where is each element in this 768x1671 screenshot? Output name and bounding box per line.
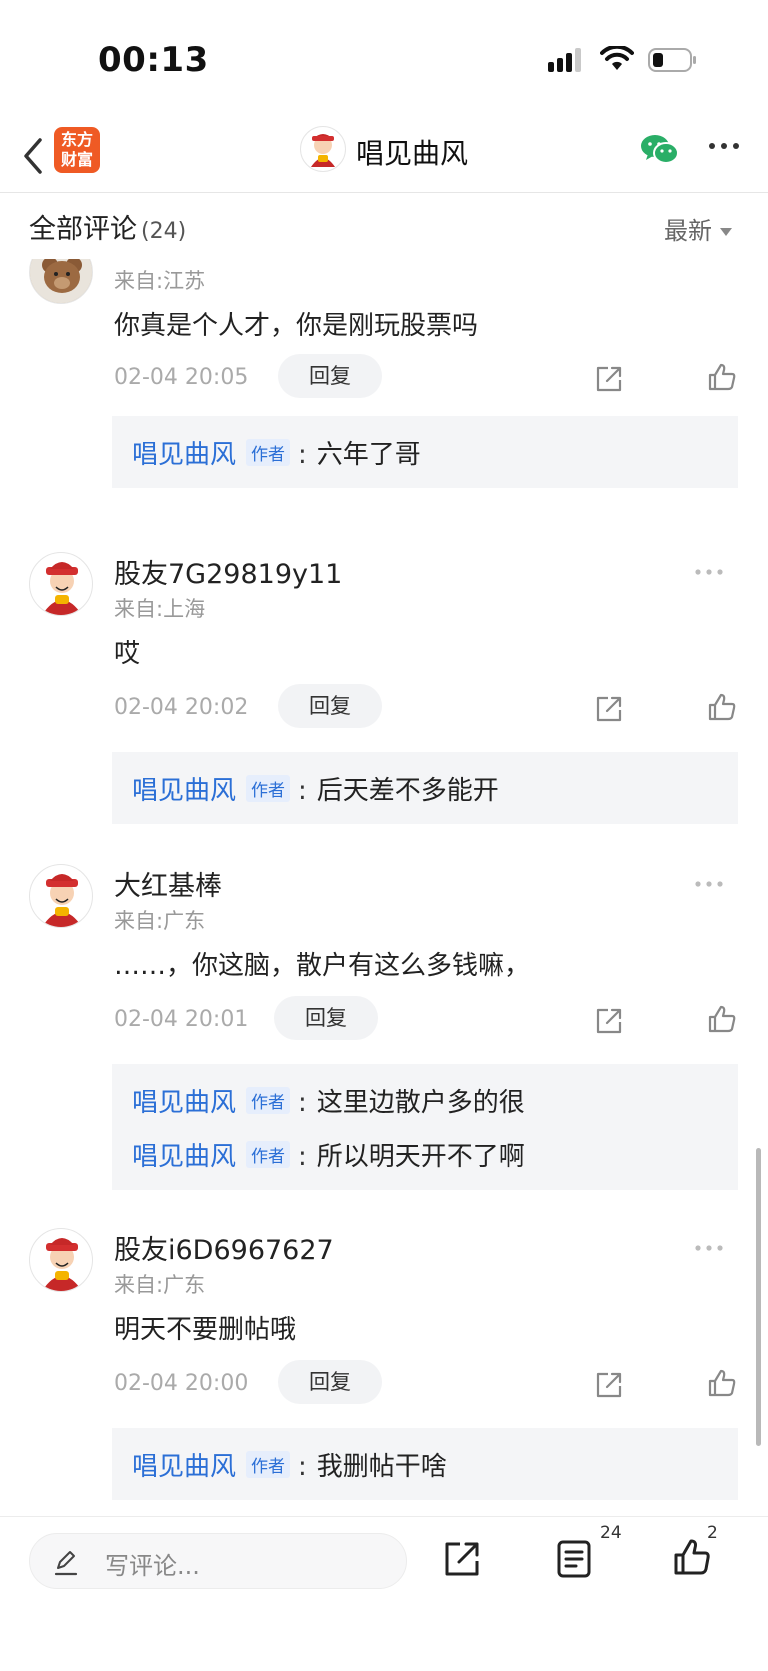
share-icon[interactable] bbox=[594, 1006, 624, 1036]
sort-label: 最新 bbox=[664, 217, 712, 245]
reply-colon: : bbox=[298, 1452, 307, 1482]
author-tag: 作者 bbox=[246, 1451, 291, 1478]
reply-line[interactable]: 唱见曲风 作者: 后天差不多能开 bbox=[132, 770, 499, 807]
author-tag: 作者 bbox=[246, 1087, 291, 1114]
comment-location: 来自:广东 bbox=[114, 1273, 206, 1297]
share-icon[interactable] bbox=[442, 1539, 482, 1579]
more-horizontal-icon[interactable] bbox=[708, 142, 740, 150]
logo-line1: 东方 bbox=[60, 130, 93, 149]
reply-colon: : bbox=[298, 776, 307, 806]
comment-item: 大红基棒 来自:广东 ……，你这脑，散户有这么多钱嘛， 02-04 20:01 … bbox=[0, 852, 768, 1202]
more-horizontal-icon[interactable] bbox=[694, 880, 724, 888]
comment-text: 明天不要删帖哦 bbox=[114, 1315, 297, 1345]
reply-author-name[interactable]: 唱见曲风 bbox=[132, 440, 236, 470]
fortune-god-icon bbox=[42, 562, 82, 615]
wechat-icon[interactable] bbox=[640, 132, 680, 168]
share-icon[interactable] bbox=[594, 694, 624, 724]
comment-input[interactable]: 写评论... bbox=[29, 1533, 407, 1589]
logo-line2: 财富 bbox=[60, 150, 93, 169]
status-time: 00:13 bbox=[98, 40, 209, 80]
more-horizontal-icon[interactable] bbox=[694, 568, 724, 576]
reply-box: 唱见曲风 作者: 后天差不多能开 bbox=[112, 752, 738, 824]
reply-text: 后天差不多能开 bbox=[316, 776, 499, 806]
avatar[interactable] bbox=[29, 552, 93, 616]
reply-button[interactable]: 回复 bbox=[278, 1360, 382, 1404]
avatar[interactable] bbox=[300, 126, 346, 172]
comment-text: 哎 bbox=[114, 639, 141, 669]
reply-text: 所以明天开不了啊 bbox=[316, 1142, 525, 1172]
reply-author-name[interactable]: 唱见曲风 bbox=[132, 1142, 236, 1172]
reply-box: 唱见曲风 作者: 我删帖干啥 bbox=[112, 1428, 738, 1500]
reply-colon: : bbox=[298, 440, 307, 470]
share-icon[interactable] bbox=[594, 1370, 624, 1400]
comment-text: 你真是个人才，你是刚玩股票吗 bbox=[114, 311, 479, 341]
reply-line[interactable]: 唱见曲风 作者: 这里边散户多的很 bbox=[132, 1082, 525, 1119]
fortune-god-icon bbox=[311, 134, 335, 167]
comment-item: 股友i6D6967627 来自:广东 明天不要删帖哦 02-04 20:00 回… bbox=[0, 1216, 768, 1516]
more-horizontal-icon[interactable] bbox=[694, 1244, 724, 1252]
reply-line[interactable]: 唱见曲风 作者: 所以明天开不了啊 bbox=[132, 1136, 525, 1173]
like-count-badge: 2 bbox=[707, 1523, 718, 1543]
page-title: 唱见曲风 bbox=[356, 137, 469, 170]
chevron-left-icon[interactable] bbox=[18, 134, 48, 178]
reply-colon: : bbox=[298, 1088, 307, 1118]
status-bar: 00:13 bbox=[0, 0, 768, 120]
reply-colon: : bbox=[298, 1142, 307, 1172]
reply-author-name[interactable]: 唱见曲风 bbox=[132, 776, 236, 806]
reply-box: 唱见曲风 作者: 六年了哥 bbox=[112, 416, 738, 488]
comments-title-text: 全部评论 bbox=[29, 214, 137, 245]
comment-username[interactable]: 股友7G29819y11 bbox=[114, 552, 342, 591]
comments-title: 全部评论 (24) bbox=[29, 207, 186, 246]
comment-time: 02-04 20:05 bbox=[114, 365, 249, 390]
comments-header: 全部评论 (24) 最新 bbox=[0, 193, 768, 259]
reply-text: 六年了哥 bbox=[316, 440, 421, 470]
reply-author-name[interactable]: 唱见曲风 bbox=[132, 1088, 236, 1118]
avatar[interactable] bbox=[29, 1228, 93, 1292]
app-logo[interactable]: 东方 财富 bbox=[54, 127, 100, 173]
avatar[interactable] bbox=[29, 864, 93, 928]
author-tag: 作者 bbox=[246, 775, 291, 802]
reply-line[interactable]: 唱见曲风 作者: 六年了哥 bbox=[132, 434, 421, 471]
comment-input-placeholder: 写评论... bbox=[105, 1552, 200, 1580]
scrollbar[interactable] bbox=[756, 1148, 761, 1446]
thumbs-up-icon[interactable] bbox=[706, 691, 738, 723]
fortune-god-icon bbox=[42, 874, 82, 927]
thumbs-up-icon[interactable] bbox=[672, 1537, 712, 1577]
share-icon[interactable] bbox=[594, 364, 624, 394]
comments-count: (24) bbox=[141, 219, 187, 244]
fortune-god-icon bbox=[42, 1238, 82, 1291]
reply-line[interactable]: 唱见曲风 作者: 我删帖干啥 bbox=[132, 1446, 447, 1483]
comment-location: 来自:江苏 bbox=[114, 269, 206, 293]
reply-button[interactable]: 回复 bbox=[278, 684, 382, 728]
author-tag: 作者 bbox=[246, 439, 291, 466]
comment-time: 02-04 20:01 bbox=[114, 1007, 249, 1032]
signal-icon bbox=[548, 48, 581, 72]
comment-time: 02-04 20:00 bbox=[114, 1371, 249, 1396]
thumbs-up-icon[interactable] bbox=[706, 1367, 738, 1399]
bottom-bar: 写评论... 24 2 bbox=[0, 1516, 768, 1671]
reply-button[interactable]: 回复 bbox=[278, 354, 382, 398]
comment-username[interactable]: 大红基棒 bbox=[114, 864, 222, 903]
comment-item: 股友7G29819y11 来自:上海 哎 02-04 20:02 回复 唱见曲风… bbox=[0, 540, 768, 840]
comment-location: 来自:上海 bbox=[114, 597, 206, 621]
author-tag: 作者 bbox=[246, 1141, 291, 1168]
reply-author-name[interactable]: 唱见曲风 bbox=[132, 1452, 236, 1482]
reply-box: 唱见曲风 作者: 这里边散户多的很 唱见曲风 作者: 所以明天开不了啊 bbox=[112, 1064, 738, 1190]
reply-text: 这里边散户多的很 bbox=[316, 1088, 525, 1118]
wifi-icon bbox=[600, 46, 634, 70]
reply-text: 我删帖干啥 bbox=[316, 1452, 447, 1482]
comment-username[interactable]: 股友i6D6967627 bbox=[114, 1228, 334, 1267]
battery-icon bbox=[648, 48, 696, 72]
pen-icon bbox=[54, 1551, 78, 1576]
caret-down-icon bbox=[720, 228, 732, 236]
comment-count-badge: 24 bbox=[600, 1523, 622, 1543]
thumbs-up-icon[interactable] bbox=[706, 361, 738, 393]
comment-text: ……，你这脑，散户有这么多钱嘛， bbox=[114, 951, 531, 981]
comment-list-icon[interactable] bbox=[556, 1539, 592, 1579]
sort-dropdown[interactable]: 最新 bbox=[664, 211, 732, 246]
comment-time: 02-04 20:02 bbox=[114, 695, 249, 720]
reply-button[interactable]: 回复 bbox=[274, 996, 378, 1040]
comment-location: 来自:广东 bbox=[114, 909, 206, 933]
thumbs-up-icon[interactable] bbox=[706, 1003, 738, 1035]
